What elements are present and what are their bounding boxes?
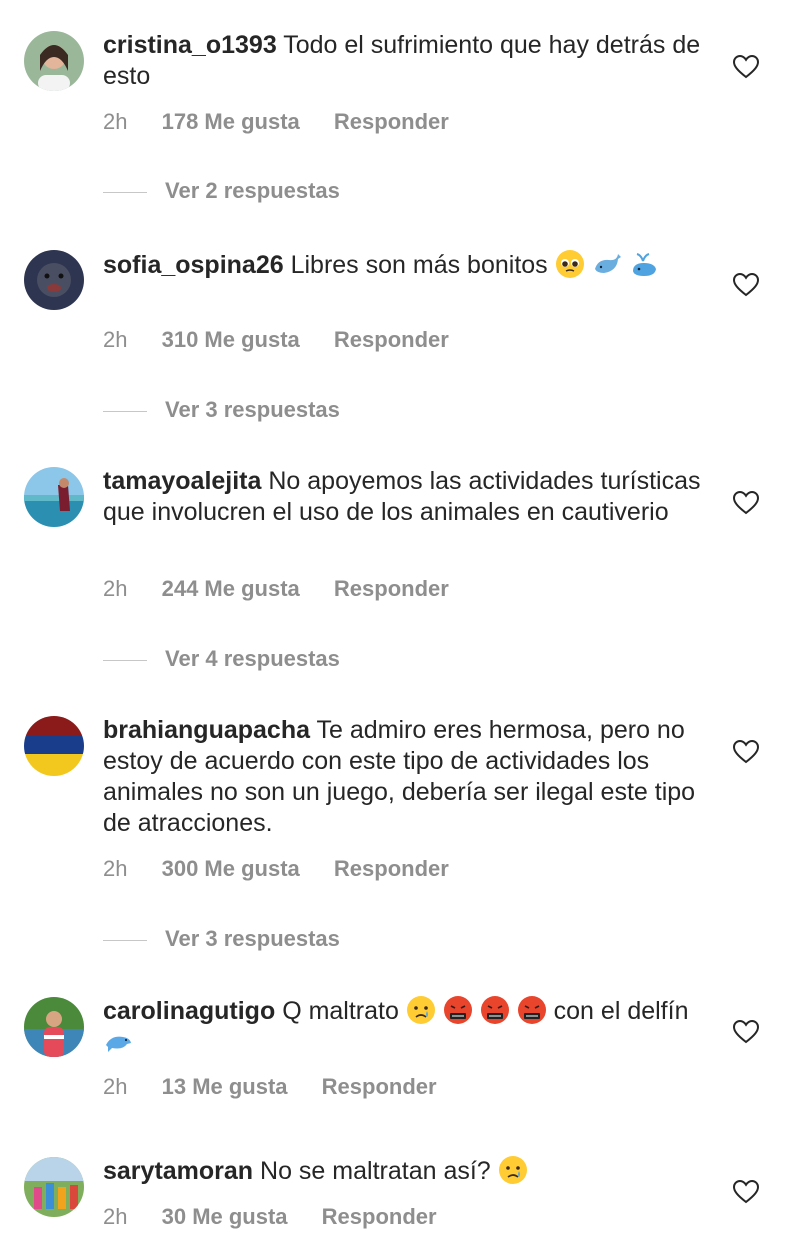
view-replies-label: Ver 3 respuestas: [165, 397, 340, 422]
like-count[interactable]: 300 Me gusta: [162, 856, 300, 881]
comment-meta: 2h 310 Me gusta Responder: [103, 327, 477, 353]
replies-divider: [103, 191, 147, 193]
comment-username[interactable]: tamayoalejita: [103, 467, 261, 495]
avatar[interactable]: [24, 250, 84, 310]
comment-username[interactable]: sarytamoran: [103, 1157, 253, 1185]
comment-meta: 2h 30 Me gusta Responder: [103, 1204, 465, 1230]
replies-divider: [103, 410, 147, 412]
view-replies-button[interactable]: Ver 4 respuestas: [103, 646, 340, 672]
view-replies-button[interactable]: Ver 3 respuestas: [103, 397, 340, 423]
view-replies-button[interactable]: Ver 2 respuestas: [103, 178, 340, 204]
crying-face-emoji-icon: [498, 1156, 527, 1184]
comment-text: Libres son más bonitos: [290, 251, 548, 279]
comment-meta: 2h 178 Me gusta Responder: [103, 109, 477, 135]
comment-meta: 2h 13 Me gusta Responder: [103, 1074, 465, 1100]
heart-outline-icon[interactable]: [732, 54, 760, 80]
avatar[interactable]: [24, 716, 84, 776]
avatar[interactable]: [24, 997, 84, 1057]
comment-username[interactable]: cristina_o1393: [103, 31, 277, 59]
like-count[interactable]: 178 Me gusta: [162, 109, 300, 134]
comment-body: sofia_ospina26 Libres son más bonitos: [103, 249, 703, 281]
comment-text: No se maltratan así?: [260, 1157, 491, 1185]
comment-body: sarytamoran No se maltratan así?: [103, 1155, 703, 1187]
comment-time: 2h: [103, 1074, 128, 1099]
view-replies-label: Ver 4 respuestas: [165, 646, 340, 671]
comment-text: con el delfín: [553, 997, 689, 1025]
reply-button[interactable]: Responder: [334, 109, 449, 134]
pleading-face-emoji-icon: [555, 250, 584, 278]
dolphin-emoji-icon: [106, 1036, 131, 1052]
crying-face-emoji-icon: [406, 996, 435, 1024]
reply-button[interactable]: Responder: [334, 856, 449, 881]
comment-meta: 2h 300 Me gusta Responder: [103, 856, 477, 882]
view-replies-button[interactable]: Ver 3 respuestas: [103, 926, 340, 952]
like-count[interactable]: 310 Me gusta: [162, 327, 300, 352]
comment-time: 2h: [103, 327, 128, 352]
reply-button[interactable]: Responder: [334, 576, 449, 601]
comment-text: Q maltrato: [282, 997, 399, 1025]
comment-time: 2h: [103, 109, 128, 134]
comment-username[interactable]: brahianguapacha: [103, 716, 310, 744]
reply-button[interactable]: Responder: [322, 1204, 437, 1229]
like-count[interactable]: 13 Me gusta: [162, 1074, 288, 1099]
heart-outline-icon[interactable]: [732, 272, 760, 298]
like-count[interactable]: 30 Me gusta: [162, 1204, 288, 1229]
comment-body: carolinagutigo Q maltrato con el delfín: [103, 995, 703, 1059]
cursing-face-emoji-icon: [480, 996, 509, 1024]
reply-button[interactable]: Responder: [334, 327, 449, 352]
heart-outline-icon[interactable]: [732, 1019, 760, 1045]
reply-button[interactable]: Responder: [322, 1074, 437, 1099]
whale-emoji-icon: [594, 254, 621, 273]
cursing-face-emoji-icon: [443, 996, 472, 1024]
comment-meta: 2h 244 Me gusta Responder: [103, 576, 477, 602]
replies-divider: [103, 659, 147, 661]
avatar[interactable]: [24, 1157, 84, 1217]
replies-divider: [103, 939, 147, 941]
comment-time: 2h: [103, 1204, 128, 1229]
heart-outline-icon[interactable]: [732, 739, 760, 765]
view-replies-label: Ver 2 respuestas: [165, 178, 340, 203]
comment-body: cristina_o1393 Todo el sufrimiento que h…: [103, 30, 703, 92]
heart-outline-icon[interactable]: [732, 1179, 760, 1205]
cursing-face-emoji-icon: [517, 996, 546, 1024]
comment-body: tamayoalejita No apoyemos las actividade…: [103, 466, 703, 528]
comment-time: 2h: [103, 576, 128, 601]
comment-time: 2h: [103, 856, 128, 881]
comment-body: brahianguapacha Te admiro eres hermosa, …: [103, 715, 703, 839]
avatar[interactable]: [24, 31, 84, 91]
heart-outline-icon[interactable]: [732, 490, 760, 516]
comment-username[interactable]: sofia_ospina26: [103, 251, 284, 279]
like-count[interactable]: 244 Me gusta: [162, 576, 300, 601]
view-replies-label: Ver 3 respuestas: [165, 926, 340, 951]
avatar[interactable]: [24, 467, 84, 527]
comment-username[interactable]: carolinagutigo: [103, 997, 275, 1025]
spouting-whale-emoji-icon: [632, 253, 656, 276]
